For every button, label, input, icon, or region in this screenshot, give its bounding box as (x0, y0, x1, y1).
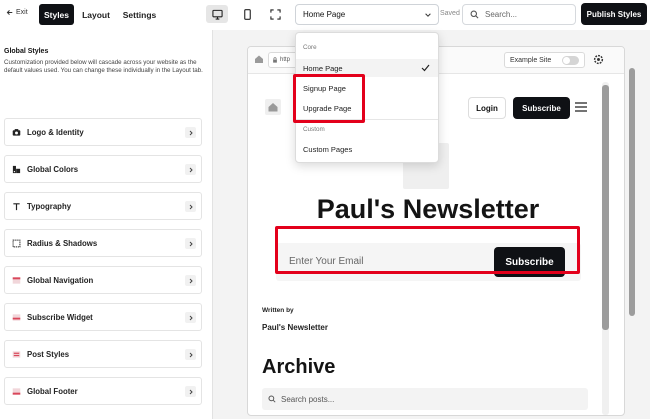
exit-label: Exit (16, 9, 28, 16)
gear-icon[interactable] (593, 54, 604, 65)
arrow-left-icon (6, 10, 13, 15)
saved-status: Saved (440, 10, 460, 17)
url-text: http (280, 57, 291, 63)
search-icon (470, 10, 479, 19)
login-button[interactable]: Login (468, 97, 506, 119)
chevron-right-icon (185, 201, 196, 212)
palette-icon (11, 164, 22, 175)
global-styles-sidebar: Global Styles Customization provided bel… (0, 30, 213, 419)
sidebar-item-typography[interactable]: Typography (4, 192, 202, 220)
archive-heading: Archive (262, 356, 336, 378)
lock-icon (273, 57, 277, 63)
tab-styles[interactable]: Styles (39, 4, 74, 25)
chevron-down-icon (425, 13, 431, 17)
sidebar-item-label: Subscribe Widget (27, 312, 93, 322)
highlight-email-signup (275, 226, 580, 274)
desktop-view-button[interactable] (206, 5, 228, 23)
sidebar-item-global-footer[interactable]: Global Footer (4, 377, 202, 405)
author-name[interactable]: Paul's Newsletter (262, 323, 328, 332)
top-bar: Exit Styles Layout Settings Home Page Sa… (0, 0, 650, 30)
hamburger-menu-icon[interactable] (575, 102, 587, 112)
newsletter-title: Paul's Newsletter (316, 194, 540, 224)
highlight-signup-upgrade (293, 74, 365, 123)
square-icon (11, 238, 22, 249)
tab-layout[interactable]: Layout (78, 4, 114, 25)
sidebar-item-label: Typography (27, 201, 72, 211)
mobile-view-button[interactable] (236, 5, 258, 23)
camera-icon (11, 127, 22, 138)
chevron-right-icon (185, 386, 196, 397)
publish-styles-button[interactable]: Publish Styles (581, 3, 647, 25)
preview-scrollbar[interactable] (602, 82, 609, 415)
checkmark-icon (421, 64, 430, 72)
dropdown-group-custom: Custom (303, 126, 325, 133)
sidebar-item-radius-shadows[interactable]: Radius & Shadows (4, 229, 202, 257)
sidebar-description: Customization provided below will cascad… (4, 59, 203, 75)
sidebar-item-label: Global Navigation (27, 275, 94, 285)
sidebar-item-subscribe-widget[interactable]: Subscribe Widget (4, 303, 202, 331)
chevron-right-icon (185, 349, 196, 360)
toggle-switch[interactable] (562, 56, 579, 65)
desktop-icon (211, 9, 223, 20)
dropdown-group-core: Core (303, 44, 317, 51)
chevron-right-icon (185, 164, 196, 175)
sidebar-item-label: Logo & Identity (27, 127, 84, 137)
tab-settings[interactable]: Settings (117, 4, 162, 25)
chevron-right-icon (185, 238, 196, 249)
scrollbar-thumb[interactable] (602, 85, 609, 330)
post-icon (11, 349, 22, 360)
page-select-value: Home Page (303, 10, 346, 19)
search-placeholder: Search... (485, 10, 518, 19)
dropdown-item-label: Custom Pages (303, 144, 353, 154)
fullscreen-button[interactable] (264, 5, 286, 23)
example-site-label: Example Site (510, 56, 552, 64)
chevron-right-icon (185, 275, 196, 286)
search-posts-input[interactable]: Search posts... (262, 388, 588, 410)
page-select[interactable]: Home Page (295, 4, 439, 25)
sidebar-item-label: Radius & Shadows (27, 238, 98, 248)
search-input[interactable]: Search... (462, 4, 576, 25)
url-field[interactable]: http (268, 52, 298, 68)
sidebar-item-label: Global Colors (27, 164, 79, 174)
widget-icon (11, 312, 22, 323)
exit-button[interactable]: Exit (6, 9, 28, 16)
home-icon[interactable] (254, 54, 264, 64)
fullscreen-icon (269, 8, 281, 20)
sidebar-item-logo-identity[interactable]: Logo & Identity (4, 118, 202, 146)
chevron-right-icon (185, 127, 196, 138)
written-by-label: Written by (262, 307, 294, 314)
dropdown-item-custom-pages[interactable]: Custom Pages (296, 140, 438, 158)
sidebar-item-label: Post Styles (27, 349, 70, 359)
site-home-icon[interactable] (265, 99, 281, 115)
text-icon (11, 201, 22, 212)
footer-icon (11, 386, 22, 397)
example-site-toggle[interactable]: Example Site (504, 52, 585, 68)
page-scrollbar[interactable] (629, 68, 635, 316)
mobile-icon (243, 8, 251, 20)
sidebar-item-global-colors[interactable]: Global Colors (4, 155, 202, 183)
sidebar-item-global-navigation[interactable]: Global Navigation (4, 266, 202, 294)
sidebar-item-post-styles[interactable]: Post Styles (4, 340, 202, 368)
search-icon (268, 395, 276, 403)
dropdown-item-label: Home Page (303, 63, 343, 73)
chevron-right-icon (185, 312, 196, 323)
sidebar-title: Global Styles (4, 48, 49, 55)
sidebar-item-label: Global Footer (27, 386, 78, 396)
navigation-icon (11, 275, 22, 286)
subscribe-button[interactable]: Subscribe (513, 97, 570, 119)
search-posts-placeholder: Search posts... (281, 394, 335, 404)
